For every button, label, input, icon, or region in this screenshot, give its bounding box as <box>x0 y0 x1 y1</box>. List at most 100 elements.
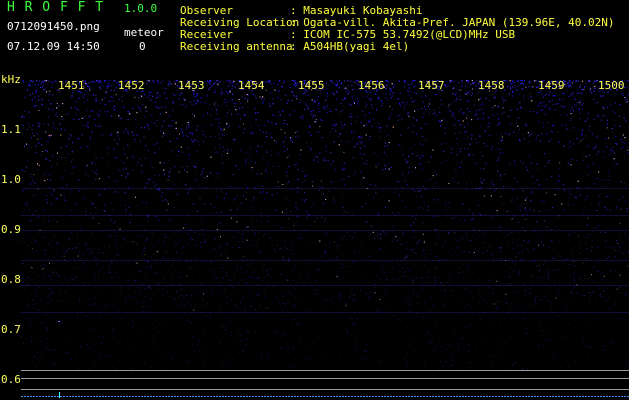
baseline-dash <box>609 396 611 397</box>
freq-tick: 0.6 <box>1 373 21 386</box>
baseline-dash <box>612 396 614 397</box>
baseline-dash <box>33 396 35 397</box>
baseline-dash <box>435 396 437 397</box>
baseline-dash <box>351 396 353 397</box>
baseline-dash <box>234 396 236 397</box>
band-line <box>21 260 629 261</box>
baseline-dash <box>309 396 311 397</box>
baseline-dash <box>579 396 581 397</box>
baseline-dash <box>594 396 596 397</box>
baseline-dash <box>519 396 521 397</box>
freq-tick: 1.1 <box>1 123 21 136</box>
baseline-dash <box>558 396 560 397</box>
baseline-dash <box>240 396 242 397</box>
baseline-dash <box>27 396 29 397</box>
baseline-dash <box>276 396 278 397</box>
baseline-dash <box>87 396 89 397</box>
baseline-dash <box>549 396 551 397</box>
baseline-dash <box>84 396 86 397</box>
baseline-dash <box>621 396 623 397</box>
baseline-dash <box>186 396 188 397</box>
baseline-dash <box>303 396 305 397</box>
baseline-dash <box>42 396 44 397</box>
baseline-dash <box>258 396 260 397</box>
baseline-dash <box>588 396 590 397</box>
baseline-dash <box>54 396 56 397</box>
baseline-dash <box>99 396 101 397</box>
baseline-dash <box>336 396 338 397</box>
baseline-dash <box>525 396 527 397</box>
baseline-dash <box>513 396 515 397</box>
baseline-dash <box>81 396 83 397</box>
baseline-dash <box>477 396 479 397</box>
baseline-dash <box>450 396 452 397</box>
baseline-dash <box>567 396 569 397</box>
baseline-dash <box>273 396 275 397</box>
baseline-dash <box>537 396 539 397</box>
band-line <box>21 230 629 231</box>
baseline-dash <box>138 396 140 397</box>
baseline-dash <box>402 396 404 397</box>
baseline-dash <box>192 396 194 397</box>
baseline-dash <box>78 396 80 397</box>
baseline-dash <box>444 396 446 397</box>
baseline-dash <box>462 396 464 397</box>
baseline-dash <box>318 396 320 397</box>
baseline-dash <box>282 396 284 397</box>
baseline-dash <box>405 396 407 397</box>
baseline-dash <box>417 396 419 397</box>
baseline-dash <box>168 396 170 397</box>
baseline-dash <box>534 396 536 397</box>
baseline-dash <box>147 396 149 397</box>
baseline-dash <box>57 396 59 397</box>
baseline-dash <box>36 396 38 397</box>
time-tick: 1455 <box>298 79 325 92</box>
time-tick: 1451 <box>58 79 85 92</box>
time-tick: 1458 <box>478 79 505 92</box>
baseline-dash <box>321 396 323 397</box>
band-line <box>21 188 629 189</box>
baseline-dash <box>597 396 599 397</box>
baseline-dash <box>564 396 566 397</box>
meteor-label: meteor <box>124 26 164 39</box>
baseline-dash <box>225 396 227 397</box>
baseline-dash <box>291 396 293 397</box>
baseline-dash <box>438 396 440 397</box>
baseline-dash <box>126 396 128 397</box>
baseline-dash <box>207 396 209 397</box>
baseline-dash <box>171 396 173 397</box>
baseline-dash <box>618 396 620 397</box>
baseline-dash <box>231 396 233 397</box>
baseline-dash <box>135 396 137 397</box>
baseline-dash <box>156 396 158 397</box>
baseline-dash <box>51 396 53 397</box>
baseline-dash <box>123 396 125 397</box>
baseline-dash <box>333 396 335 397</box>
time-tick: 1459 <box>538 79 565 92</box>
baseline-dash <box>411 396 413 397</box>
baseline-dash <box>339 396 341 397</box>
baseline-dash <box>507 396 509 397</box>
baseline-dash <box>198 396 200 397</box>
baseline-dash <box>489 396 491 397</box>
baseline-dash <box>213 396 215 397</box>
baseline-dash <box>267 396 269 397</box>
baseline-dash <box>591 396 593 397</box>
baseline-dash <box>72 396 74 397</box>
band-line <box>21 215 629 216</box>
baseline-dash <box>501 396 503 397</box>
baseline-dash <box>222 396 224 397</box>
baseline-dash <box>375 396 377 397</box>
baseline-dash <box>228 396 230 397</box>
baseline-dash <box>165 396 167 397</box>
time-tick: 1452 <box>118 79 145 92</box>
time-tick: 1456 <box>358 79 385 92</box>
baseline-dash <box>324 396 326 397</box>
baseline-dash <box>522 396 524 397</box>
baseline-dash <box>414 396 416 397</box>
frequency-unit: kHz <box>1 73 21 86</box>
baseline-dash <box>456 396 458 397</box>
reference-line <box>21 378 629 379</box>
baseline-dash <box>369 396 371 397</box>
baseline-dash <box>30 396 32 397</box>
